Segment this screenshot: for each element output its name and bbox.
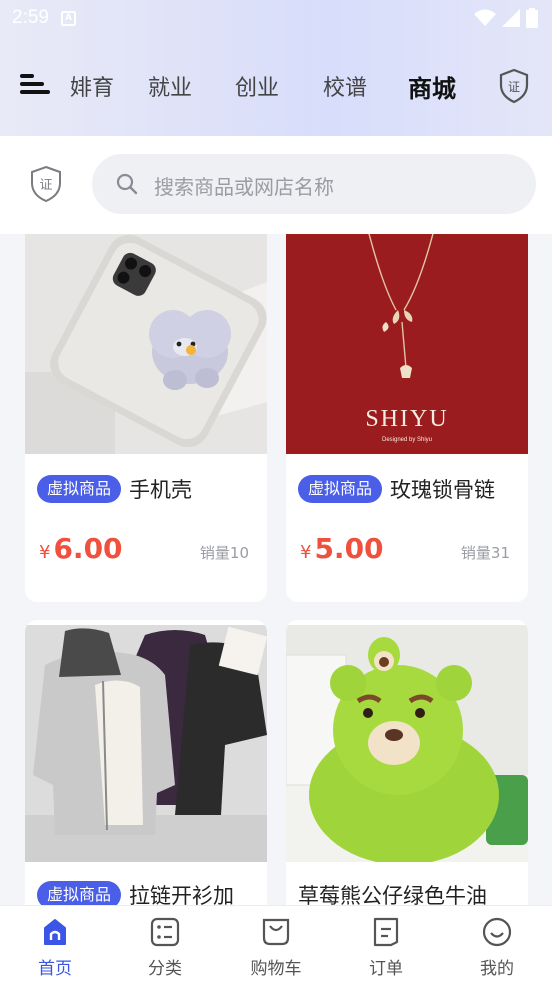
- tab-home-label: 首页: [38, 959, 72, 979]
- price-value: 6.00: [53, 532, 123, 565]
- product-title-row: 虚拟商品 手机壳: [37, 474, 263, 504]
- virtual-product-badge: 虚拟商品: [37, 881, 122, 905]
- home-icon: [44, 919, 66, 945]
- tab-category-label: 分类: [148, 959, 182, 979]
- image-brand-subtext: Designed by Shiyu: [382, 437, 432, 443]
- product-image-hoodies: [25, 625, 267, 862]
- image-brand-text: SHIYU: [365, 406, 448, 432]
- shield-icon[interactable]: 证: [498, 68, 530, 104]
- product-price: ¥6.00: [39, 532, 123, 565]
- shield-icon[interactable]: 证: [28, 164, 64, 204]
- product-card[interactable]: 草莓熊公仔绿色牛油: [286, 620, 528, 905]
- product-image-green-bear: [286, 625, 528, 862]
- header: 2:59 A 婔育 就业 创业 校谱 商城 证: [0, 0, 552, 136]
- product-title-row: 草莓熊公仔绿色牛油: [298, 880, 524, 905]
- product-card[interactable]: SHIYU Designed by Shiyu 虚拟商品 玫瑰锁骨链 ¥5.00…: [286, 234, 528, 602]
- status-bar: 2:59 A: [0, 0, 552, 36]
- product-card[interactable]: 虚拟商品 手机壳 ¥6.00 销量10: [25, 234, 267, 602]
- tab-parenting[interactable]: 婔育: [70, 70, 114, 102]
- tab-orders-label: 订单: [369, 959, 403, 979]
- product-title: 拉链开衫加: [129, 884, 235, 905]
- product-title: 草莓熊公仔绿色牛油: [298, 884, 487, 905]
- notification-icon: A: [60, 10, 76, 26]
- tab-profile-label: 我的: [480, 959, 514, 979]
- product-feed[interactable]: 虚拟商品 手机壳 ¥6.00 销量10 SHIYU Designed by Sh…: [0, 234, 552, 905]
- product-sales: 销量31: [460, 544, 510, 562]
- tab-cart[interactable]: 购物车: [231, 916, 321, 979]
- tab-employment[interactable]: 就业: [148, 70, 192, 102]
- product-image-necklace: SHIYU Designed by Shiyu: [286, 234, 528, 454]
- search-icon: [116, 173, 138, 195]
- wifi-icon: [474, 9, 496, 26]
- product-card[interactable]: 虚拟商品 拉链开衫加: [25, 620, 267, 905]
- shield-icon-text: 证: [508, 80, 520, 94]
- tab-cart-label: 购物车: [250, 959, 302, 979]
- currency-symbol: ¥: [300, 542, 312, 563]
- battery-icon: [526, 8, 538, 28]
- search-placeholder: 搜索商品或网店名称: [154, 175, 334, 199]
- product-sales: 销量10: [199, 544, 249, 562]
- tab-school-guide[interactable]: 校谱: [323, 70, 367, 102]
- tab-home[interactable]: 首页: [10, 916, 100, 979]
- product-title-row: 虚拟商品 玫瑰锁骨链: [298, 474, 524, 504]
- search-bar: 证 搜索商品或网店名称: [0, 136, 552, 234]
- product-price: ¥5.00: [300, 532, 384, 565]
- tab-startup[interactable]: 创业: [235, 70, 279, 102]
- signal-icon: [502, 9, 520, 27]
- menu-icon[interactable]: [20, 70, 52, 98]
- currency-symbol: ¥: [39, 542, 51, 563]
- cart-icon: [262, 918, 290, 946]
- virtual-product-badge: 虚拟商品: [37, 475, 122, 503]
- profile-icon: [482, 917, 512, 947]
- top-nav: 婔育 就业 创业 校谱 商城 证: [0, 60, 552, 112]
- order-icon: [373, 917, 399, 947]
- product-image-phone-case: [25, 234, 267, 454]
- tab-category[interactable]: 分类: [120, 916, 210, 979]
- tab-profile[interactable]: 我的: [452, 916, 542, 979]
- virtual-product-badge: 虚拟商品: [298, 475, 383, 503]
- product-title: 手机壳: [129, 478, 193, 502]
- search-input[interactable]: 搜索商品或网店名称: [92, 154, 536, 214]
- price-value: 5.00: [314, 532, 384, 565]
- shield-badge-text: 证: [39, 178, 52, 193]
- bottom-tab-bar: 首页 分类 购物车 订单 我的: [0, 905, 552, 983]
- product-title: 玫瑰锁骨链: [390, 478, 496, 502]
- product-title-row: 虚拟商品 拉链开衫加: [37, 880, 263, 905]
- tab-mall[interactable]: 商城: [408, 69, 456, 104]
- status-time: 2:59: [12, 7, 49, 28]
- category-icon: [150, 917, 180, 947]
- tab-orders[interactable]: 订单: [341, 916, 431, 979]
